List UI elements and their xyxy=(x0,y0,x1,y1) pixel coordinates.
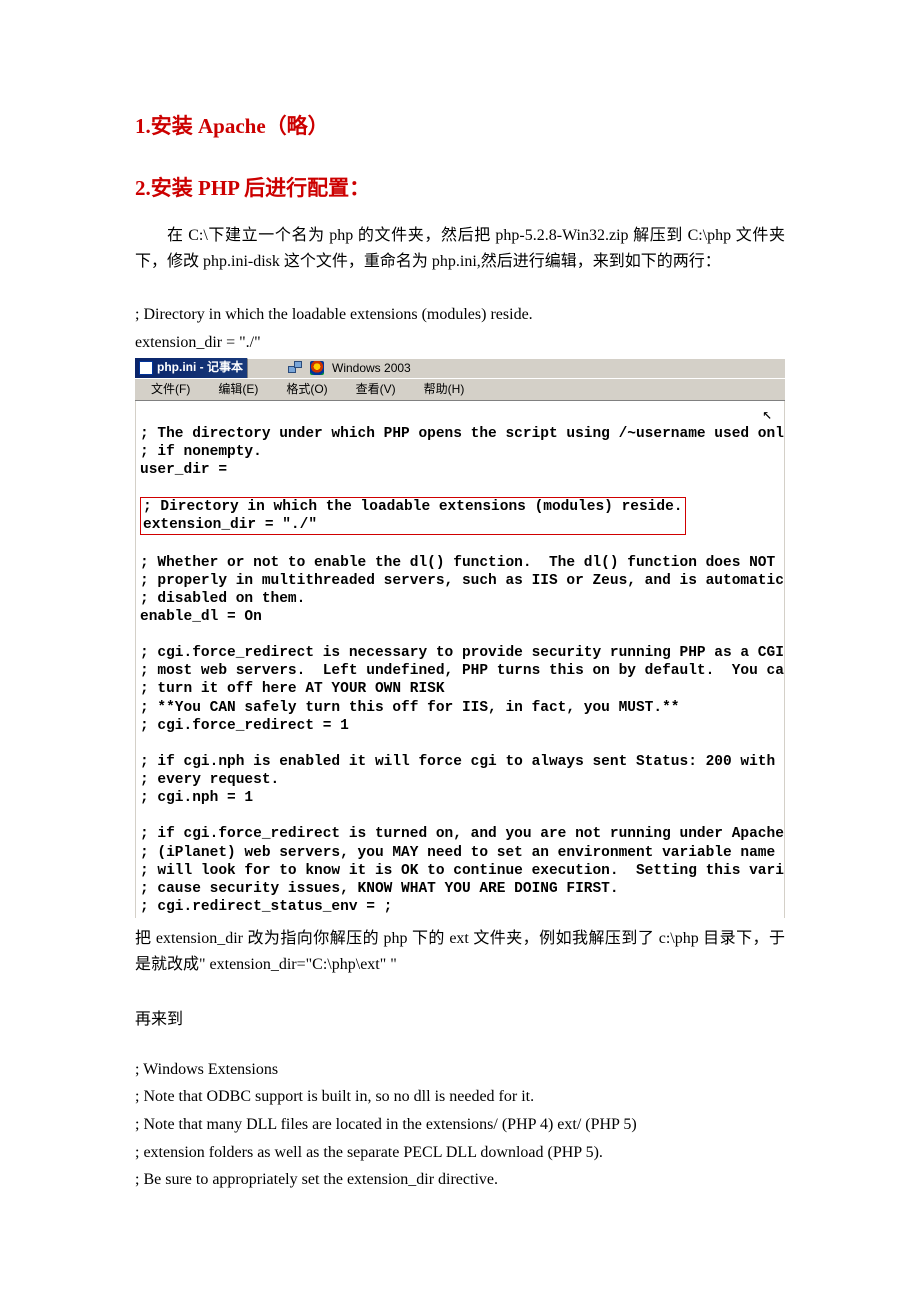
intro-paragraph: 在 C:\下建立一个名为 php 的文件夹，然后把 php-5.2.8-Win3… xyxy=(135,223,785,274)
ext-comment-4: ; extension folders as well as the separ… xyxy=(135,1140,785,1166)
notepad-app-icon xyxy=(139,361,153,375)
notepad-screenshot: php.ini - 记事本 Windows 2003 文件(F) 编辑(E) 格… xyxy=(135,358,785,919)
ini-block-pre: ; The directory under which PHP opens th… xyxy=(140,426,785,478)
heading-install-php: 2.安装 PHP 后进行配置： xyxy=(135,172,785,206)
ext-comment-1: ; Windows Extensions xyxy=(135,1057,785,1083)
ext-comment-3: ; Note that many DLL files are located i… xyxy=(135,1112,785,1138)
document-page: 1.安装 Apache（略） 2.安装 PHP 后进行配置： 在 C:\下建立一… xyxy=(0,0,920,1255)
mouse-cursor-icon: ↖ xyxy=(762,405,772,425)
heading-install-apache: 1.安装 Apache（略） xyxy=(135,110,785,144)
ext-comment-2: ; Note that ODBC support is built in, so… xyxy=(135,1084,785,1110)
notepad-menubar: 文件(F) 编辑(E) 格式(O) 查看(V) 帮助(H) xyxy=(135,378,785,401)
notepad-title-text: php.ini - 记事本 xyxy=(157,360,243,375)
paragraph-after-shot: 把 extension_dir 改为指向你解压的 php 下的 ext 文件夹，… xyxy=(135,926,785,977)
menu-help[interactable]: 帮助(H) xyxy=(412,381,477,398)
notepad-content[interactable]: ↖ ; The directory under which PHP opens … xyxy=(135,401,785,919)
menu-file[interactable]: 文件(F) xyxy=(139,381,202,398)
tray-network-icon xyxy=(288,361,302,375)
menu-format[interactable]: 格式(O) xyxy=(274,381,339,398)
ini-block-post: ; Whether or not to enable the dl() func… xyxy=(140,555,785,915)
code-line-comment: ; Directory in which the loadable extens… xyxy=(135,302,785,328)
menu-edit[interactable]: 编辑(E) xyxy=(206,381,270,398)
taskbar-tray: Windows 2003 xyxy=(247,358,785,378)
highlighted-lines: ; Directory in which the loadable extens… xyxy=(140,497,686,535)
tray-label: Windows 2003 xyxy=(332,361,411,376)
menu-view[interactable]: 查看(V) xyxy=(344,381,408,398)
code-line-extdir: extension_dir = "./" xyxy=(135,330,785,356)
ext-comment-5: ; Be sure to appropriately set the exten… xyxy=(135,1167,785,1193)
notepad-titlebar: php.ini - 记事本 Windows 2003 xyxy=(135,358,785,378)
tray-shield-icon xyxy=(310,361,324,375)
paragraph-next: 再来到 xyxy=(135,1007,785,1033)
